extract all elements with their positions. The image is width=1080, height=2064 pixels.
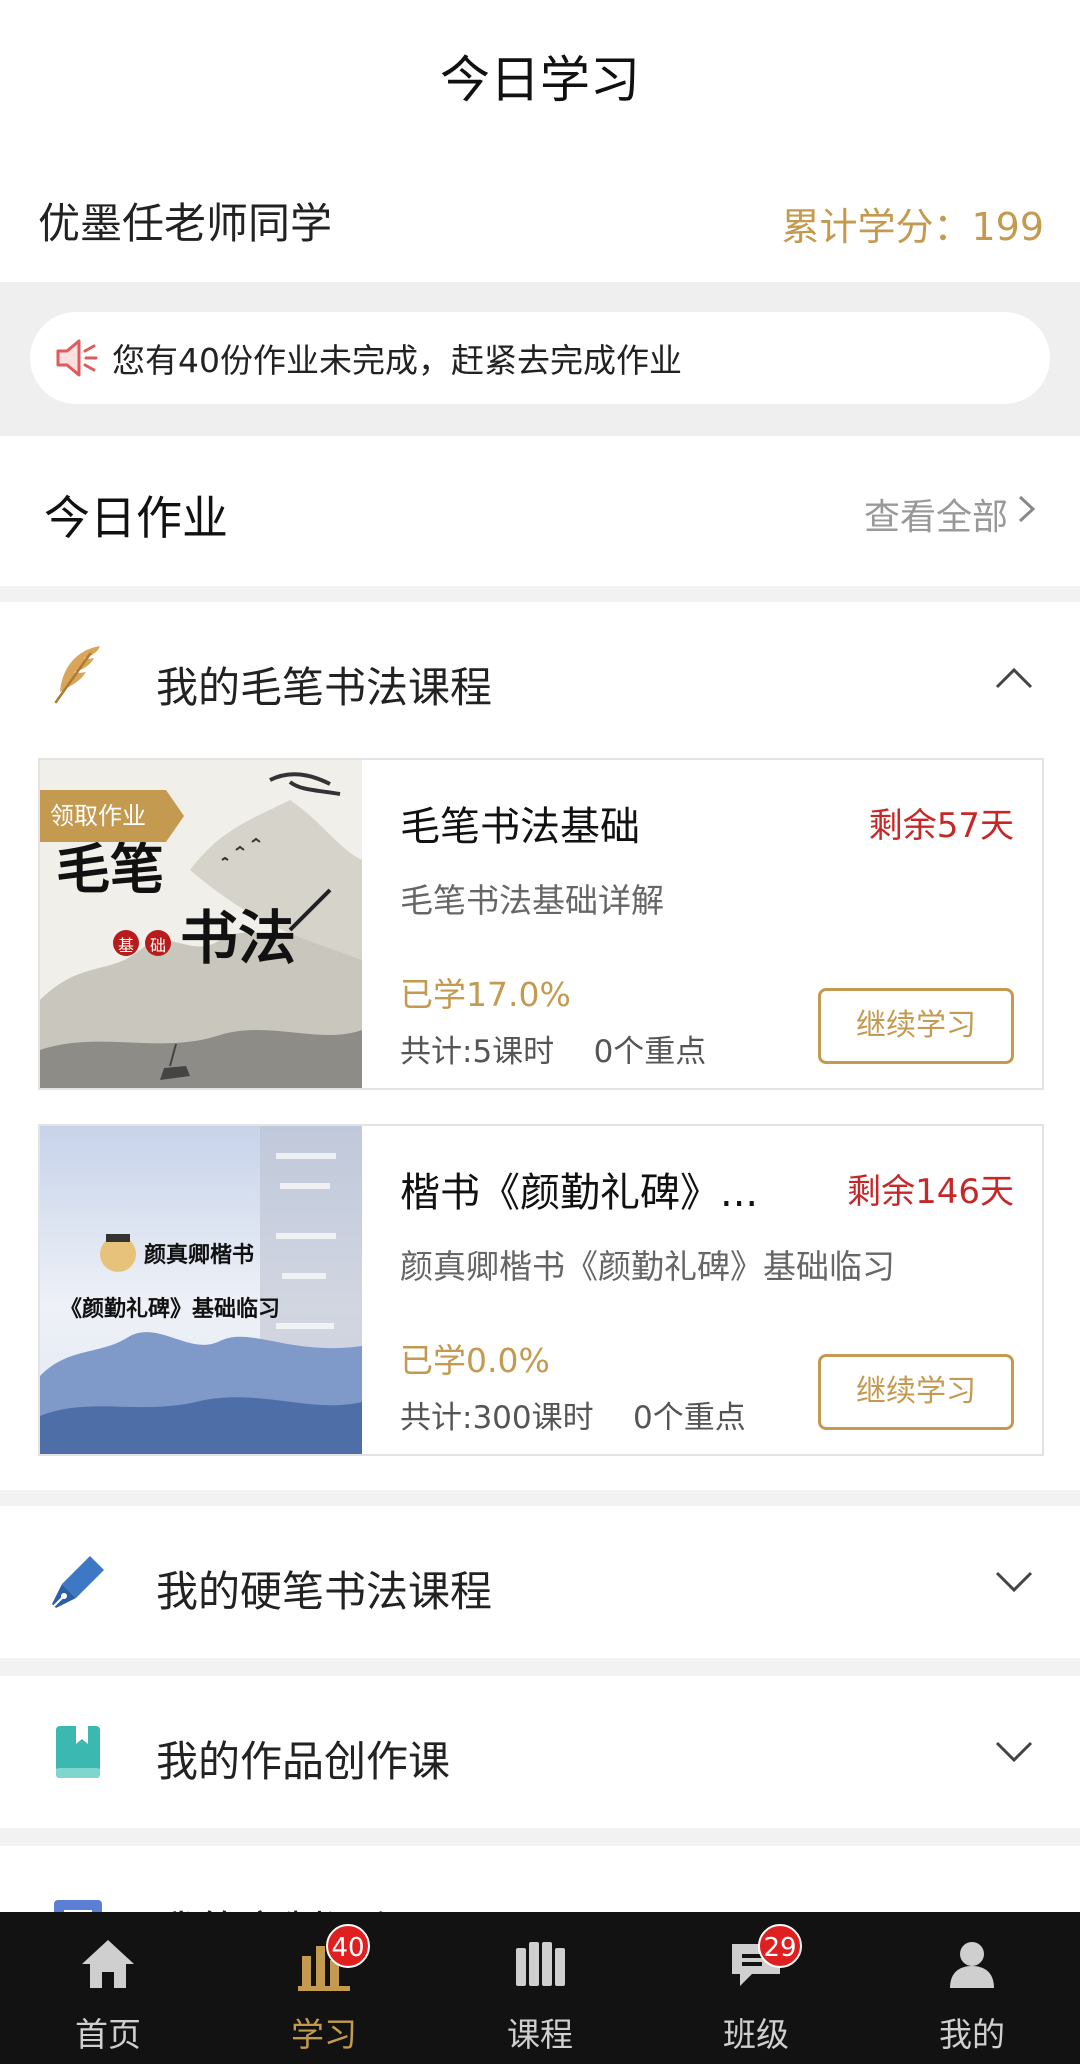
study-badge: 40 <box>326 1924 370 1968</box>
course-description: 毛笔书法基础详解 <box>400 881 664 920</box>
credits-value: 199 <box>971 205 1044 249</box>
credits-label: 累计学分： <box>781 205 972 249</box>
header: 今日学习 优墨任老师同学 累计学分：199 <box>0 0 1080 282</box>
tab-label: 我的 <box>939 2015 1005 2054</box>
course-card[interactable]: 毛笔 基 础 书法 领取作业 毛笔书法基础 剩余57天 毛笔书法基础详解 已学1… <box>38 758 1044 1090</box>
homework-notice[interactable]: 您有40份作业未完成，赶紧去完成作业 <box>30 312 1050 404</box>
continue-learning-button[interactable]: 继续学习 <box>818 1354 1014 1430</box>
speaker-icon <box>56 339 98 377</box>
book-icon <box>56 1726 100 1778</box>
user-name: 优墨任老师同学 <box>38 199 333 248</box>
course-meta: 共计:300课时 0个重点 <box>400 1400 746 1436</box>
course-name: 楷书《颜勤礼碑》... <box>400 1170 759 1216</box>
section-header-brush[interactable]: 我的毛笔书法课程 <box>0 602 1080 752</box>
days-remaining: 剩余57天 <box>868 806 1014 846</box>
tab-label: 学习 <box>291 2015 357 2054</box>
cover-stamp-2: 础 <box>150 936 166 955</box>
section-hard-pen-calligraphy[interactable]: 我的硬笔书法课程 <box>0 1506 1080 1658</box>
chevron-down-icon[interactable] <box>994 1740 1034 1764</box>
section-label: 我的毛笔书法课程 <box>156 663 493 712</box>
continue-learning-button[interactable]: 继续学习 <box>818 988 1014 1064</box>
home-icon <box>82 1940 134 1988</box>
section-label: 我的硬笔书法课程 <box>156 1567 493 1616</box>
course-thumbnail: 颜真卿楷书 《颜勤礼碑》基础临习 <box>40 1126 362 1454</box>
tab-profile[interactable]: 我的 <box>864 1912 1080 2064</box>
cover-title-2: 书法 <box>180 904 296 972</box>
course-thumbnail: 毛笔 基 础 书法 领取作业 <box>40 760 362 1088</box>
courses-icon <box>516 1942 565 1986</box>
pen-icon <box>51 1556 104 1609</box>
course-progress: 已学17.0% <box>400 975 571 1014</box>
tab-home[interactable]: 首页 <box>0 1912 216 2064</box>
course-progress: 已学0.0% <box>400 1341 550 1380</box>
bottom-tab-bar: 首页 40 学习 课程 29 班级 我的 <box>0 1912 1080 2064</box>
chevron-down-icon[interactable] <box>994 1570 1034 1594</box>
cover-title-1: 颜真卿楷书 <box>144 1242 254 1268</box>
chevron-up-icon[interactable] <box>994 666 1034 690</box>
profile-icon <box>950 1942 994 1988</box>
regular-script-course-cover: 颜真卿楷书 《颜勤礼碑》基础临习 <box>40 1126 362 1454</box>
course-description: 颜真卿楷书《颜勤礼碑》基础临习 <box>400 1247 895 1286</box>
cover-stamp-1: 基 <box>118 936 134 955</box>
today-homework-title: 今日作业 <box>44 491 228 545</box>
tab-label: 课程 <box>507 2015 573 2054</box>
tab-class[interactable]: 29 班级 <box>648 1912 864 2064</box>
view-all-label: 查看全部 <box>863 497 1008 538</box>
tab-label: 首页 <box>75 2015 141 2054</box>
class-badge: 29 <box>758 1924 802 1968</box>
chevron-right-icon <box>1018 495 1036 523</box>
course-card[interactable]: 颜真卿楷书 《颜勤礼碑》基础临习 楷书《颜勤礼碑》... 剩余146天 颜真卿楷… <box>38 1124 1044 1456</box>
tab-courses[interactable]: 课程 <box>432 1912 648 2064</box>
course-name: 毛笔书法基础 <box>400 804 640 850</box>
cover-title-1: 毛笔 <box>56 837 164 901</box>
tab-label: 班级 <box>723 2015 789 2054</box>
cover-title-2: 《颜勤礼碑》基础临习 <box>60 1296 280 1322</box>
tab-study[interactable]: 40 学习 <box>216 1912 432 2064</box>
page-title: 今日学习 <box>440 51 640 109</box>
credits: 累计学分：199 <box>781 196 1044 251</box>
section-brush-calligraphy: 我的毛笔书法课程 毛笔 基 础 书法 领取作业 毛笔书法基础 剩余57天 毛笔书… <box>0 602 1080 1490</box>
section-creative-works[interactable]: 我的作品创作课 <box>0 1676 1080 1828</box>
days-remaining: 剩余146天 <box>847 1172 1014 1212</box>
course-meta: 共计:5课时 0个重点 <box>400 1034 707 1070</box>
claim-homework-ribbon[interactable]: 领取作业 <box>40 790 184 842</box>
feather-icon <box>54 646 100 704</box>
section-label: 我的作品创作课 <box>156 1737 451 1786</box>
today-homework-row: 今日作业 查看全部 <box>0 436 1080 586</box>
notice-text: 您有40份作业未完成，赶紧去完成作业 <box>112 341 682 380</box>
view-all-link[interactable]: 查看全部 <box>864 488 1028 540</box>
